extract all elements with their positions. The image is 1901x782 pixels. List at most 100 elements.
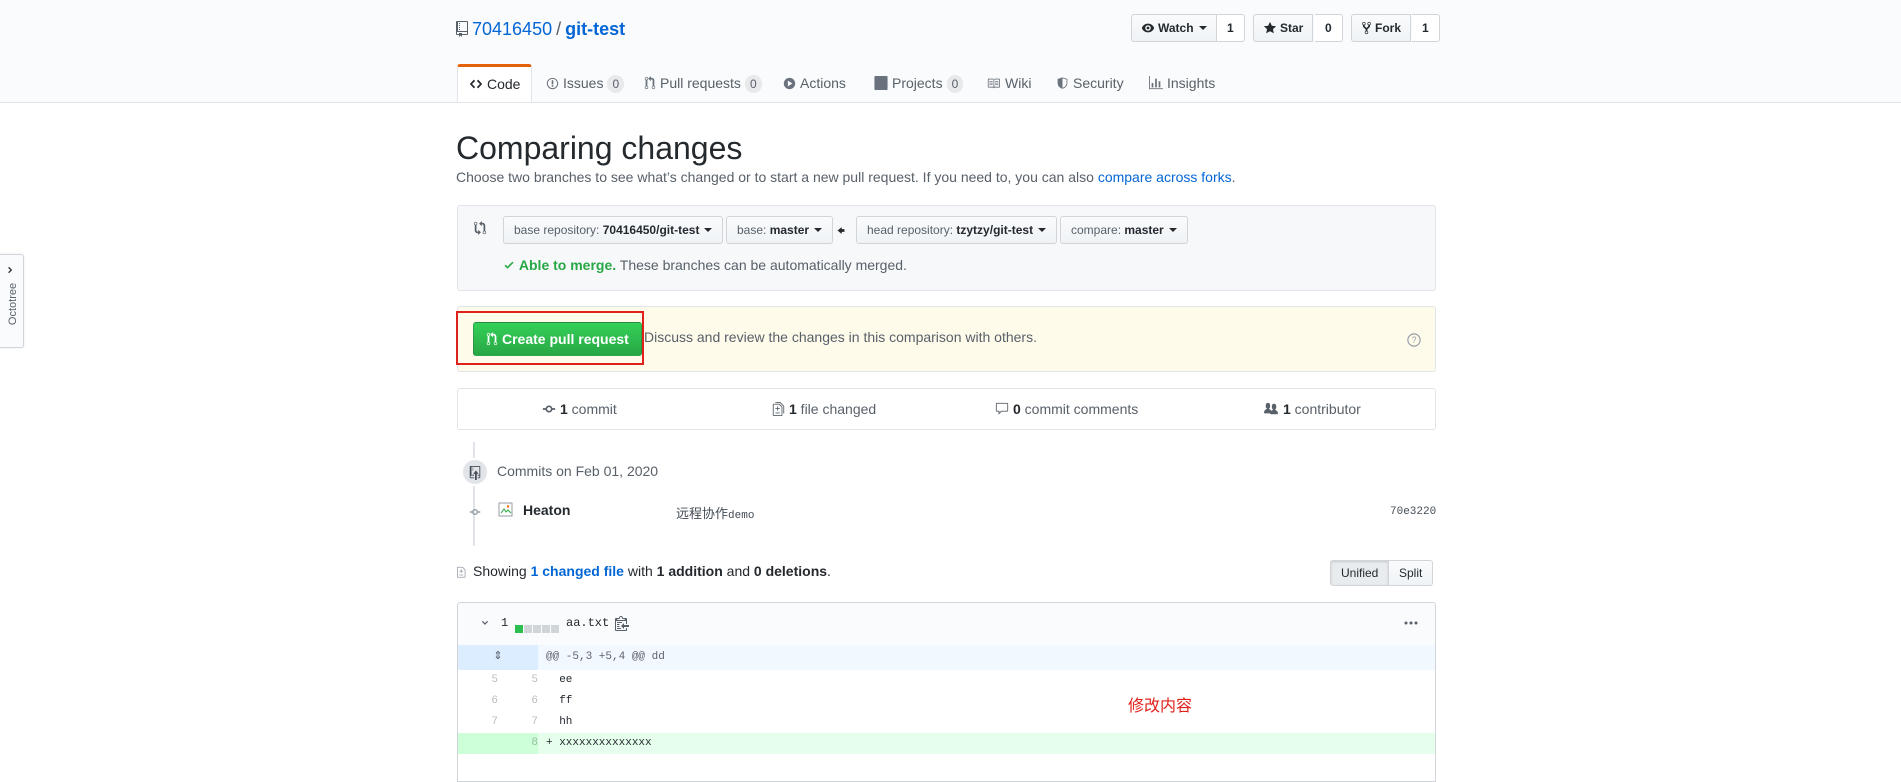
tab-pull-requests[interactable]: Pull requests 0 bbox=[638, 64, 768, 102]
commit-icon bbox=[469, 509, 481, 515]
subtitle-end: . bbox=[1231, 169, 1236, 185]
kebab-horizontal-icon[interactable] bbox=[1403, 615, 1419, 631]
octotree-toggle[interactable]: Octotree bbox=[0, 254, 24, 348]
file-name[interactable]: aa.txt bbox=[566, 616, 609, 630]
tab-code-label: Code bbox=[487, 76, 521, 92]
new-line-number[interactable]: 5 bbox=[498, 670, 538, 691]
unified-view-button[interactable]: Unified bbox=[1330, 560, 1390, 586]
graph-icon bbox=[1149, 76, 1163, 90]
tab-security[interactable]: Security bbox=[1050, 64, 1130, 102]
merge-status: Able to merge. These branches can be aut… bbox=[503, 257, 907, 273]
old-line-number[interactable]: 5 bbox=[458, 670, 498, 691]
book-icon bbox=[987, 78, 1000, 89]
watch-button[interactable]: Watch bbox=[1131, 14, 1217, 42]
base-value: master bbox=[769, 223, 810, 237]
diff-line-addition: 8 + xxxxxxxxxxxxxx bbox=[458, 733, 1435, 754]
diffstat bbox=[515, 620, 560, 636]
toc-end: . bbox=[827, 563, 831, 579]
tab-projects[interactable]: Projects 0 bbox=[868, 64, 969, 102]
files-summary[interactable]: 1 file changed bbox=[772, 401, 876, 417]
head-repository-select[interactable]: head repository: tzytzy/git-test bbox=[856, 216, 1058, 244]
base-branch-select[interactable]: base: master bbox=[726, 216, 834, 244]
diff-line: 5 5 ee bbox=[458, 670, 1435, 691]
annotation-text: 修改内容 bbox=[1128, 698, 1193, 715]
commit-message-cjk: 远程协作 bbox=[676, 506, 729, 521]
fork-label: Fork bbox=[1375, 21, 1402, 35]
tab-code[interactable]: Code bbox=[457, 64, 533, 102]
old-line-number[interactable]: 6 bbox=[458, 691, 498, 712]
file-change-count: 1 bbox=[501, 616, 509, 630]
toc-deletions: 0 deletions bbox=[753, 563, 828, 579]
commit-message-latin: demo bbox=[728, 510, 755, 522]
watch-count[interactable]: 1 bbox=[1217, 14, 1245, 42]
tab-issues[interactable]: Issues 0 bbox=[540, 64, 630, 102]
contributors-label: contributor bbox=[1290, 401, 1361, 417]
tab-wiki-label: Wiki bbox=[1005, 75, 1032, 91]
contributors-count: 1 bbox=[1283, 401, 1291, 417]
base-repository-select[interactable]: base repository: 70416450/git-test bbox=[503, 216, 724, 244]
star-button[interactable]: Star bbox=[1253, 14, 1314, 42]
comments-summary[interactable]: 0 commit comments bbox=[995, 401, 1138, 417]
svg-text:?: ? bbox=[1412, 335, 1417, 345]
commit-sha[interactable]: 70e3220 bbox=[1390, 506, 1436, 518]
repo-title: 70416450/git-test bbox=[456, 18, 625, 42]
repo-owner-link[interactable]: 70416450 bbox=[472, 19, 552, 39]
play-icon bbox=[783, 77, 796, 90]
base-repo-value: 70416450/git-test bbox=[602, 223, 700, 237]
commits-summary[interactable]: 1 commit bbox=[542, 401, 617, 417]
fork-button[interactable]: Fork bbox=[1351, 14, 1412, 42]
clipboard-icon[interactable] bbox=[615, 615, 629, 631]
changed-files-link[interactable]: 1 changed file bbox=[531, 563, 624, 579]
split-view-button[interactable]: Split bbox=[1389, 560, 1434, 586]
base-repo-label: base repository: bbox=[514, 223, 603, 237]
commit-icon bbox=[542, 405, 556, 413]
commits-label: commit bbox=[567, 401, 617, 417]
new-line-number[interactable]: 6 bbox=[498, 691, 538, 712]
commit-author[interactable]: Heaton bbox=[523, 502, 570, 518]
star-count[interactable]: 0 bbox=[1315, 14, 1343, 42]
comments-count: 0 bbox=[1013, 401, 1021, 417]
chevron-down-icon[interactable] bbox=[480, 618, 490, 628]
commit-message[interactable]: 远程协作demo bbox=[676, 503, 754, 522]
expand-icon[interactable]: ⇕ bbox=[458, 645, 538, 670]
base-label: base: bbox=[737, 223, 770, 237]
caret-down-icon bbox=[1168, 228, 1177, 232]
diffstat-neutral-block bbox=[542, 625, 550, 633]
tab-wiki[interactable]: Wiki bbox=[980, 64, 1037, 102]
commits-count: 1 bbox=[560, 401, 568, 417]
compare-branch-select[interactable]: compare: master bbox=[1060, 216, 1188, 244]
tab-insights-label: Insights bbox=[1167, 75, 1216, 91]
repo-name-link[interactable]: git-test bbox=[565, 19, 625, 39]
star-label: Star bbox=[1280, 21, 1304, 35]
contributors-summary[interactable]: 1 contributor bbox=[1263, 401, 1361, 417]
check-icon bbox=[504, 261, 514, 269]
people-icon bbox=[1264, 402, 1278, 415]
avatar[interactable] bbox=[498, 502, 515, 519]
compare-across-forks-link[interactable]: compare across forks bbox=[1098, 169, 1232, 185]
new-line-number[interactable]: 7 bbox=[498, 712, 538, 733]
compare-icon bbox=[473, 221, 487, 235]
old-line-number[interactable]: 7 bbox=[458, 712, 498, 733]
new-line-number[interactable]: 8 bbox=[498, 733, 538, 754]
file-diff: 1 aa.txt ⇕ @@ -5,3 +5,4 @@ dd 5 5 ee 6 6… bbox=[457, 602, 1436, 782]
file-diff-icon bbox=[772, 402, 785, 416]
files-count: 1 bbox=[789, 401, 797, 417]
file-header: 1 aa.txt bbox=[458, 603, 1435, 646]
repo-push-icon bbox=[469, 466, 481, 480]
toc-mid: with bbox=[623, 563, 657, 579]
shield-icon bbox=[1057, 77, 1068, 89]
diff-line: 7 7 hh bbox=[458, 712, 1435, 733]
tab-actions-label: Actions bbox=[800, 75, 846, 91]
highlight-box bbox=[456, 311, 644, 365]
watch-label: Watch bbox=[1158, 21, 1194, 35]
tab-insights[interactable]: Insights bbox=[1143, 64, 1221, 102]
page-title: Comparing changes bbox=[456, 130, 743, 166]
question-icon[interactable]: ? bbox=[1407, 333, 1421, 347]
pull-request-icon bbox=[644, 76, 656, 90]
diff-toc: Showing 1 changed file with 1 addition a… bbox=[457, 563, 831, 579]
fork-count[interactable]: 1 bbox=[1412, 14, 1440, 42]
merge-status-label: Able to merge. bbox=[518, 257, 617, 273]
tab-pull-requests-count: 0 bbox=[744, 75, 762, 93]
subtitle-text: Choose two branches to see what’s change… bbox=[456, 169, 1098, 185]
tab-actions[interactable]: Actions bbox=[777, 64, 852, 102]
